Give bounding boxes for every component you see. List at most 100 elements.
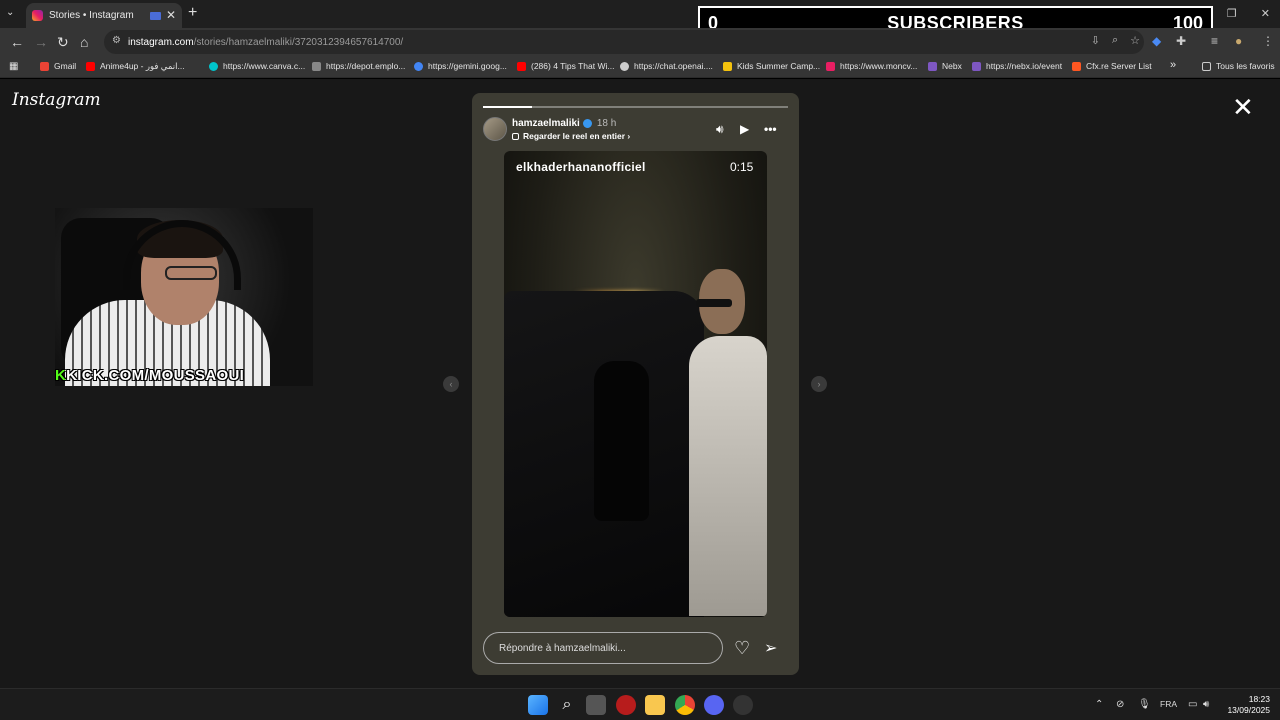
menu-kebab-icon[interactable]: ⋮ xyxy=(1262,34,1274,48)
camp-icon xyxy=(723,61,732,71)
task-view-icon[interactable] xyxy=(586,695,606,715)
depot-icon xyxy=(312,61,321,71)
bookmark-gemini[interactable]: https://gemini.goog... xyxy=(414,61,507,71)
zoom-icon[interactable]: ⌕ xyxy=(1112,34,1118,47)
more-options-icon[interactable]: ••• xyxy=(764,122,777,136)
url-path: /stories/hamzaelmaliki/37203123946576147… xyxy=(193,36,404,48)
story-time: 18 h xyxy=(596,118,617,129)
home-icon[interactable]: ⌂ xyxy=(80,34,88,50)
media-controls-icon[interactable]: ≡ xyxy=(1211,34,1218,48)
tab-title: Stories • Instagram xyxy=(49,10,134,21)
url-bar[interactable]: ⚙ instagram.com/stories/hamzaelmaliki/37… xyxy=(104,30,1144,54)
youtube-icon xyxy=(86,62,95,71)
windows-taskbar: ⌕ ⌃ ⊘ 🎙︎ FRA ▭ 🔊︎ 18:23 13/09/2025 xyxy=(0,688,1280,720)
bookmark-star-icon[interactable]: ☆ xyxy=(1130,34,1140,47)
system-clock[interactable]: 18:23 13/09/2025 xyxy=(1220,694,1270,716)
story-progress-bar xyxy=(483,106,788,108)
kick-logo: K xyxy=(55,367,67,384)
next-story-icon[interactable]: › xyxy=(811,376,827,392)
canva-icon xyxy=(209,61,218,71)
close-story-icon[interactable]: ✕ xyxy=(1232,94,1254,120)
all-bookmarks-folder[interactable]: Tous les favoris xyxy=(1202,61,1275,71)
instagram-logo[interactable]: Instagram xyxy=(12,90,101,110)
tab-close-icon[interactable]: ✕ xyxy=(166,8,176,22)
previous-story-icon[interactable]: ‹ xyxy=(443,376,459,392)
app-red-icon[interactable] xyxy=(616,695,636,715)
bookmark-openai[interactable]: https://chat.openai.... xyxy=(620,61,713,71)
network-off-icon[interactable]: ⊘ xyxy=(1116,699,1124,710)
video-duration: 0:15 xyxy=(730,160,754,174)
woman-figure xyxy=(594,361,649,521)
instagram-favicon-icon xyxy=(32,10,43,21)
window-controls: ❐ ✕ xyxy=(1227,7,1270,20)
bookmark-kids-camp[interactable]: Kids Summer Camp... xyxy=(723,61,820,71)
avatar[interactable] xyxy=(483,117,507,141)
volume-icon[interactable]: 🔊︎ xyxy=(716,122,724,137)
install-icon[interactable]: ⇩ xyxy=(1091,34,1100,47)
apps-grid-icon[interactable]: ▦ xyxy=(9,61,18,72)
back-icon[interactable]: ← xyxy=(10,34,24,50)
eyeglasses xyxy=(165,266,217,280)
file-explorer-icon[interactable] xyxy=(645,695,665,715)
moncv-icon xyxy=(826,61,835,71)
bookmark-nebx[interactable]: Nebx xyxy=(928,61,962,71)
bookmark-nebx-event[interactable]: https://nebx.io/event xyxy=(972,61,1062,71)
extensions-puzzle-icon[interactable]: ✚ xyxy=(1176,34,1186,48)
gmail-icon xyxy=(40,61,49,71)
speaker-icon[interactable]: 🔊︎ xyxy=(1203,699,1209,710)
language-indicator[interactable]: FRA xyxy=(1160,699,1177,709)
reel-icon xyxy=(512,133,519,141)
sunglasses xyxy=(696,299,732,307)
folder-icon xyxy=(1202,61,1211,71)
heart-like-icon[interactable]: ♡ xyxy=(734,638,750,659)
restore-icon[interactable]: ❐ xyxy=(1227,7,1237,20)
obs-icon[interactable] xyxy=(733,695,753,715)
video-username: elkhaderhananofficiel xyxy=(516,160,646,174)
story-video[interactable] xyxy=(504,151,767,617)
bookmark-cfx[interactable]: Cfx.re Server List xyxy=(1072,61,1152,71)
tab-search-icon[interactable]: ⌄ xyxy=(6,7,14,18)
youtube-icon xyxy=(517,61,526,71)
man-white-suit xyxy=(689,336,767,616)
bookmark-depot[interactable]: https://depot.emplo... xyxy=(312,61,405,71)
new-tab-icon[interactable]: + xyxy=(188,4,197,22)
cfx-icon xyxy=(1072,61,1081,71)
address-toolbar: ← → ↻ ⌂ ⚙ instagram.com/stories/hamzaelm… xyxy=(0,28,1280,56)
search-icon[interactable]: ⌕ xyxy=(557,695,577,715)
story-progress-fill xyxy=(483,106,532,108)
gemini-icon xyxy=(414,61,423,71)
bookmark-anime4up[interactable]: Anime4up - انمي فور... xyxy=(86,61,185,72)
discord-icon[interactable] xyxy=(704,695,724,715)
display-icon[interactable]: ▭ xyxy=(1188,699,1197,710)
openai-icon xyxy=(620,61,629,71)
reply-input[interactable] xyxy=(483,632,723,664)
tray-chevron-icon[interactable]: ⌃ xyxy=(1095,699,1103,710)
bookmark-youtube-tips[interactable]: (286) 4 Tips That Wi... xyxy=(517,61,614,71)
streamer-webcam xyxy=(55,208,313,386)
bookmark-moncv[interactable]: https://www.moncv... xyxy=(826,61,917,71)
bookmark-gmail[interactable]: Gmail xyxy=(40,61,76,71)
reload-icon[interactable]: ↻ xyxy=(57,34,69,51)
forward-icon[interactable]: → xyxy=(34,34,48,50)
url-host: instagram.com xyxy=(128,36,194,48)
media-playing-icon[interactable] xyxy=(150,12,161,20)
play-icon[interactable]: ▶ xyxy=(740,122,749,136)
verified-badge-icon xyxy=(582,118,592,128)
nebx-icon xyxy=(928,61,937,71)
tab-instagram-stories[interactable]: Stories • Instagram ✕ xyxy=(26,3,182,28)
microphone-icon[interactable]: 🎙︎ xyxy=(1138,699,1151,710)
story-username[interactable]: hamzaelmaliki 18 h xyxy=(512,118,616,129)
windows-start-icon[interactable] xyxy=(528,695,548,715)
window-close-icon[interactable]: ✕ xyxy=(1261,7,1270,20)
bookmark-canva[interactable]: https://www.canva.c... xyxy=(209,61,305,71)
watch-full-reel-link[interactable]: Regarder le reel en entier › xyxy=(512,131,630,141)
extension-icon[interactable]: ◆ xyxy=(1152,34,1161,48)
profile-avatar-icon[interactable]: ● xyxy=(1235,34,1242,48)
clock-time: 18:23 xyxy=(1248,694,1270,704)
chrome-icon[interactable] xyxy=(675,695,695,715)
site-info-icon[interactable]: ⚙ xyxy=(112,35,121,46)
more-bookmarks-icon[interactable]: » xyxy=(1170,59,1176,71)
omnibox-actions: ⇩ ⌕ ☆ xyxy=(1091,34,1140,47)
send-icon[interactable]: ➢ xyxy=(764,638,777,658)
story-viewer: hamzaelmaliki 18 h Regarder le reel en en… xyxy=(472,93,799,675)
